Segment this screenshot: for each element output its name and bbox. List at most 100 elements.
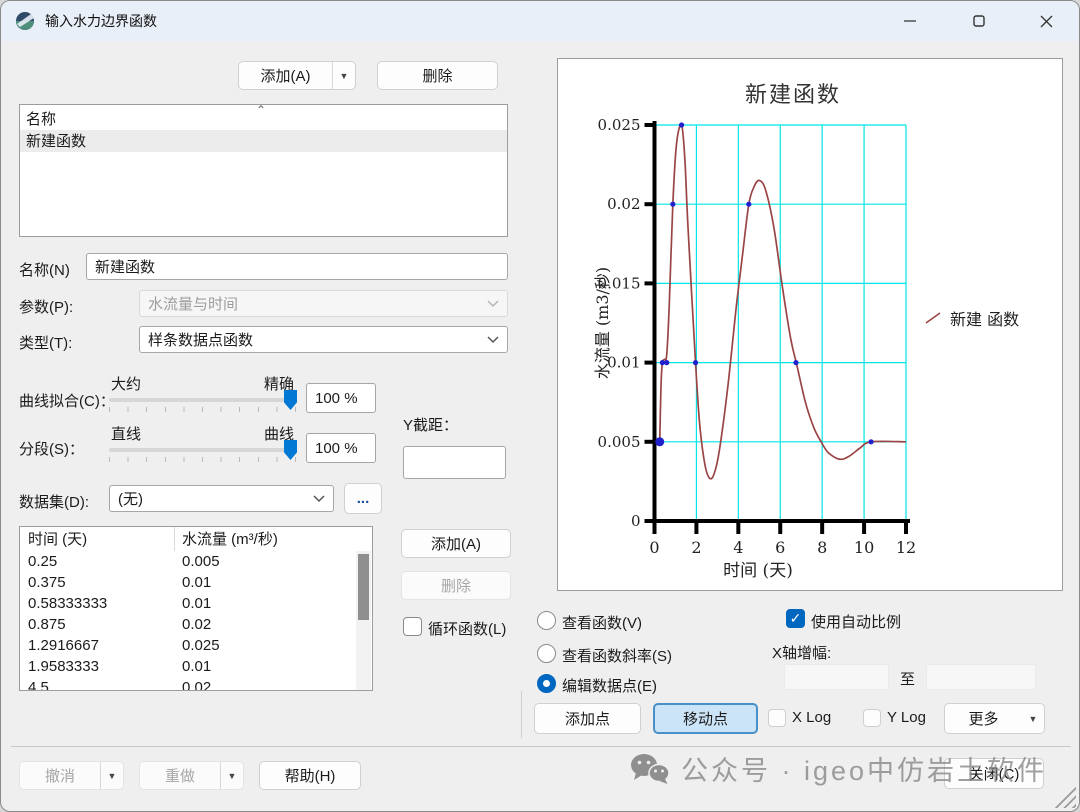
sort-asc-icon[interactable]: ⌃ xyxy=(256,103,266,117)
points-table-header[interactable]: 时间 (天) 水流量 (m³/秒) xyxy=(20,527,372,551)
undo-dropdown-arrow-icon[interactable]: ▼ xyxy=(100,762,123,789)
svg-text:0.025: 0.025 xyxy=(598,116,641,134)
close-icon xyxy=(1040,15,1053,28)
legend-line-icon xyxy=(924,311,944,325)
table-row[interactable]: 0.3750.01 xyxy=(20,573,372,594)
move-point-label: 移动点 xyxy=(683,708,728,729)
curve-fit-slider[interactable] xyxy=(109,398,296,402)
table-row[interactable]: 1.29166670.025 xyxy=(20,636,372,657)
more-button[interactable]: 更多 ▼ xyxy=(944,703,1045,734)
function-list-header[interactable]: 名称 xyxy=(26,108,56,129)
bottom-separator xyxy=(11,746,1071,747)
data-point[interactable] xyxy=(793,360,798,365)
chevron-down-icon xyxy=(487,336,499,344)
view-slope-radio[interactable] xyxy=(537,644,556,663)
undo-button: 撤消 ▼ xyxy=(19,761,124,790)
edit-points-label: 编辑数据点(E) xyxy=(562,675,657,696)
table-row[interactable]: 0.250.005 xyxy=(20,552,372,573)
curve-fit-min-label: 大约 xyxy=(111,373,141,394)
help-button[interactable]: 帮助(H) xyxy=(259,761,361,790)
add-point-row-label: 添加(A) xyxy=(431,533,481,554)
function-list-item-label: 新建函数 xyxy=(26,133,86,150)
data-point[interactable] xyxy=(664,360,669,365)
resize-grip[interactable] xyxy=(1054,786,1076,808)
autoscale-checkbox[interactable]: ✓ xyxy=(786,609,805,628)
edit-points-radio[interactable] xyxy=(537,674,556,693)
col-flow-header[interactable]: 水流量 (m³/秒) xyxy=(182,528,278,549)
more-dropdown-arrow-icon[interactable]: ▼ xyxy=(1022,704,1044,733)
segments-slider[interactable] xyxy=(109,448,296,452)
app-icon xyxy=(15,11,35,31)
svg-text:0.005: 0.005 xyxy=(598,433,641,451)
delete-function-label: 删除 xyxy=(422,65,452,86)
curve-fit-percent[interactable]: 100 % xyxy=(306,383,376,413)
col-time-header[interactable]: 时间 (天) xyxy=(28,528,87,549)
redo-label: 重做 xyxy=(140,765,220,786)
dataset-select[interactable]: (无) xyxy=(109,485,334,512)
y-log-checkbox[interactable] xyxy=(863,709,881,727)
close-dialog-label: 关闭(C) xyxy=(969,763,1020,784)
close-dialog-button[interactable]: 关闭(C) xyxy=(944,758,1044,789)
segments-slider-ticks xyxy=(109,457,297,462)
points-table[interactable]: 时间 (天) 水流量 (m³/秒) 0.250.005 0.3750.01 0.… xyxy=(19,526,373,691)
table-row[interactable]: 0.583333330.01 xyxy=(20,594,372,615)
curve-fit-slider-ticks xyxy=(109,407,297,412)
window-title: 输入水力边界函数 xyxy=(45,11,157,31)
table-scrollbar[interactable] xyxy=(356,551,371,691)
name-input[interactable]: 新建函数 xyxy=(86,253,508,280)
parameter-value: 水流量与时间 xyxy=(148,293,238,314)
y-intercept-input[interactable] xyxy=(403,446,506,479)
add-point-button[interactable]: 添加点 xyxy=(534,703,641,734)
autoscale-label: 使用自动比例 xyxy=(811,611,901,632)
dataset-browse-button[interactable]: ... xyxy=(344,483,382,514)
type-value: 样条数据点函数 xyxy=(148,329,253,350)
close-button[interactable] xyxy=(1023,1,1069,41)
svg-text:6: 6 xyxy=(775,538,785,557)
data-point[interactable] xyxy=(746,202,751,207)
minimize-button[interactable] xyxy=(887,1,933,41)
data-point[interactable] xyxy=(693,360,698,365)
view-function-radio[interactable] xyxy=(537,611,556,630)
function-list-item[interactable]: 新建函数 xyxy=(20,130,507,152)
legend-label: 新建 函数 xyxy=(950,306,1019,330)
svg-text:8: 8 xyxy=(817,538,827,557)
table-row[interactable]: 1.95833330.01 xyxy=(20,657,372,678)
data-point[interactable] xyxy=(679,122,684,127)
delete-point-row-button: 删除 xyxy=(401,571,511,600)
add-function-button[interactable]: 添加(A) ▼ xyxy=(238,61,356,90)
segments-percent[interactable]: 100 % xyxy=(306,433,376,463)
add-function-dropdown-arrow-icon[interactable]: ▼ xyxy=(332,62,355,89)
data-point[interactable] xyxy=(655,437,664,446)
cyclic-function-checkbox[interactable] xyxy=(403,617,422,636)
table-scrollbar-thumb[interactable] xyxy=(358,554,369,620)
table-row[interactable]: 0.8750.02 xyxy=(20,615,372,636)
svg-text:2: 2 xyxy=(691,538,701,557)
delete-function-button[interactable]: 删除 xyxy=(377,61,498,90)
ellipsis-icon: ... xyxy=(357,490,370,507)
chart-panel[interactable]: 新建函数 00.0050.010.0150.020.025024681012 水… xyxy=(557,58,1063,591)
curve-fit-percent-value: 100 % xyxy=(315,390,358,407)
move-point-button[interactable]: 移动点 xyxy=(653,703,758,734)
redo-dropdown-arrow-icon[interactable]: ▼ xyxy=(220,762,243,789)
x-log-checkbox[interactable] xyxy=(768,709,786,727)
function-list[interactable]: 名称 ⌃ 新建函数 xyxy=(19,104,508,237)
to-label: 至 xyxy=(900,668,915,689)
redo-button: 重做 ▼ xyxy=(139,761,244,790)
svg-text:0: 0 xyxy=(649,538,659,557)
delete-point-row-label: 删除 xyxy=(441,575,471,596)
maximize-button[interactable] xyxy=(956,1,1002,41)
type-label: 类型(T): xyxy=(19,332,72,353)
view-slope-label: 查看函数斜率(S) xyxy=(562,645,672,666)
svg-text:12: 12 xyxy=(896,538,916,557)
wechat-icon xyxy=(629,752,671,786)
svg-text:10: 10 xyxy=(854,538,874,557)
segments-percent-value: 100 % xyxy=(315,440,358,457)
data-point[interactable] xyxy=(868,439,873,444)
view-function-label: 查看函数(V) xyxy=(562,612,642,633)
type-select[interactable]: 样条数据点函数 xyxy=(139,326,508,353)
table-row[interactable]: 4.50.02 xyxy=(20,678,372,691)
check-icon: ✓ xyxy=(790,610,802,627)
add-point-row-button[interactable]: 添加(A) xyxy=(401,529,511,558)
chart-x-axis-label: 时间 (天) xyxy=(658,556,858,581)
data-point[interactable] xyxy=(670,202,675,207)
